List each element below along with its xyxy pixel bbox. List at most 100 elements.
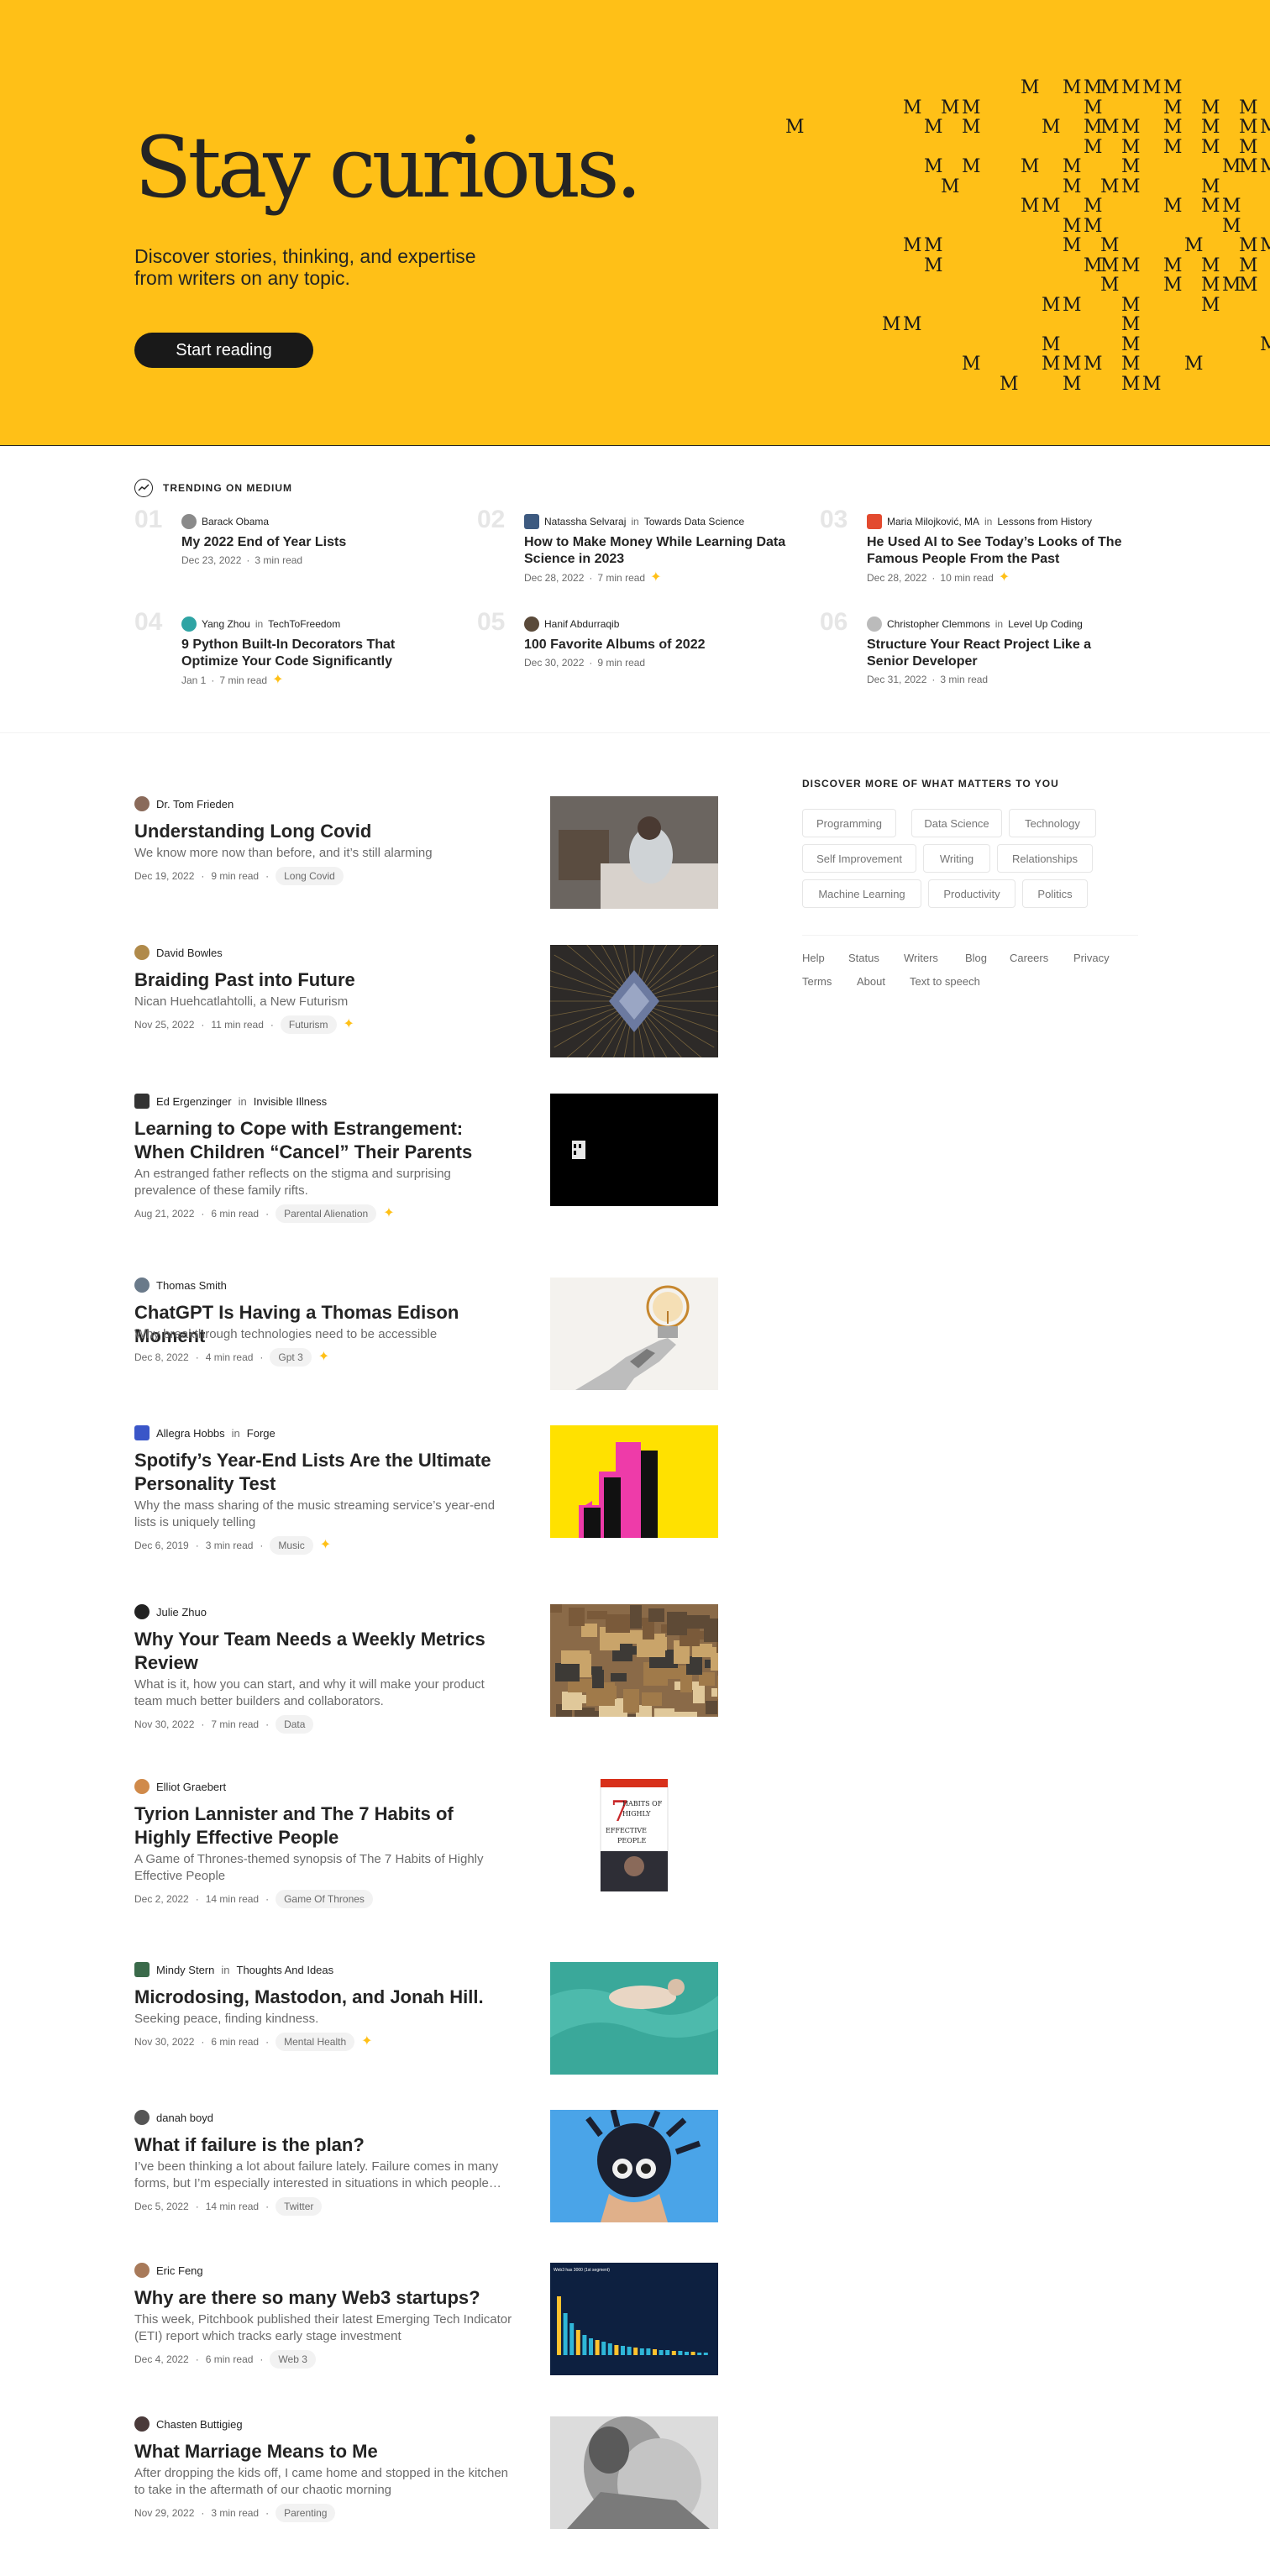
publication-name[interactable]: Level Up Coding (1008, 618, 1083, 630)
topic-pill[interactable]: Technology (1009, 809, 1096, 837)
topic-tag[interactable]: Long Covid (276, 867, 344, 885)
start-reading-button[interactable]: Start reading (134, 333, 313, 368)
post-author[interactable]: Mindy Stern in Thoughts And Ideas (134, 1962, 333, 1977)
post-title[interactable]: Why Your Team Needs a Weekly Metrics Rev… (134, 1628, 512, 1675)
publication-name[interactable]: Invisible Illness (254, 1095, 327, 1108)
post-thumbnail[interactable] (550, 2110, 718, 2222)
trending-card[interactable]: 03 Maria Milojković, MA in Lessons from His… (820, 506, 1131, 595)
topic-tag[interactable]: Game Of Thrones (276, 1890, 373, 1908)
post-thumbnail[interactable] (550, 2416, 718, 2529)
trending-author[interactable]: Maria Milojković, MA in Lessons from Histo… (867, 514, 1092, 529)
post-thumbnail[interactable] (550, 945, 718, 1057)
post-thumbnail[interactable] (550, 1094, 718, 1206)
author-name[interactable]: Julie Zhuo (156, 1606, 207, 1619)
trending-card[interactable]: 05 Hanif Abdurraqib 100 Favorite Albums of… (477, 608, 788, 697)
post-title[interactable]: Learning to Cope with Estrangement: When… (134, 1117, 512, 1164)
publication-name[interactable]: TechToFreedom (268, 618, 340, 630)
publication-name[interactable]: Lessons from History (997, 516, 1092, 527)
post-author[interactable]: Ed Ergenzinger in Invisible Illness (134, 1094, 327, 1109)
footer-link-privacy[interactable]: Privacy (1073, 952, 1110, 964)
post-title[interactable]: Tyrion Lannister and The 7 Habits of Hig… (134, 1802, 512, 1849)
topic-tag[interactable]: Parental Alienation (276, 1204, 377, 1223)
post-title[interactable]: Spotify’s Year-End Lists Are the Ultimat… (134, 1449, 512, 1496)
post-thumbnail[interactable] (550, 1604, 718, 1717)
post-author[interactable]: Allegra Hobbs in Forge (134, 1425, 276, 1440)
topic-pill[interactable]: Politics (1022, 879, 1088, 908)
post-card[interactable]: David Bowles Braiding Past into Future Nic… (134, 945, 719, 1059)
author-name[interactable]: Barack Obama (202, 516, 269, 527)
trending-title[interactable]: 9 Python Built-In Decorators That Optimi… (181, 637, 450, 670)
post-thumbnail[interactable] (550, 1278, 718, 1390)
author-name[interactable]: Allegra Hobbs (156, 1427, 225, 1440)
post-title[interactable]: What Marriage Means to Me (134, 2440, 512, 2463)
trending-title[interactable]: How to Make Money While Learning Data Sc… (524, 534, 793, 568)
footer-link-careers[interactable]: Careers (1010, 952, 1048, 964)
publication-name[interactable]: Towards Data Science (644, 516, 744, 527)
post-title[interactable]: Why are there so many Web3 startups? (134, 2286, 512, 2310)
trending-card[interactable]: 02 Natassha Selvaraj in Towards Data Scienc… (477, 506, 788, 595)
post-title[interactable]: What if failure is the plan? (134, 2133, 512, 2157)
post-card[interactable]: Eric Feng Why are there so many Web3 star… (134, 2263, 719, 2377)
trending-card[interactable]: 01 Barack Obama My 2022 End of Year Lists D… (134, 506, 445, 595)
post-thumbnail[interactable] (550, 1962, 718, 2075)
trending-author[interactable]: Hanif Abdurraqib (524, 616, 619, 632)
footer-link-blog[interactable]: Blog (965, 952, 987, 964)
post-card[interactable]: Chasten Buttigieg What Marriage Means to … (134, 2416, 719, 2531)
topic-pill[interactable]: Data Science (911, 809, 1002, 837)
post-card[interactable]: Julie Zhuo Why Your Team Needs a Weekly M… (134, 1604, 719, 1734)
footer-link-help[interactable]: Help (802, 952, 825, 964)
topic-tag[interactable]: Web 3 (270, 2350, 316, 2369)
author-name[interactable]: Thomas Smith (156, 1279, 227, 1292)
post-title[interactable]: Microdosing, Mastodon, and Jonah Hill. (134, 1986, 512, 2009)
author-name[interactable]: Elliot Graebert (156, 1781, 226, 1793)
topic-pill[interactable]: Programming (802, 809, 896, 837)
author-name[interactable]: Natassha Selvaraj (544, 516, 626, 527)
trending-author[interactable]: Yang Zhou in TechToFreedom (181, 616, 340, 632)
post-author[interactable]: Eric Feng (134, 2263, 203, 2278)
author-name[interactable]: Christopher Clemmons (887, 618, 990, 630)
post-card[interactable]: Thomas Smith ChatGPT Is Having a Thomas E… (134, 1278, 719, 1392)
post-card[interactable]: Elliot Graebert Tyrion Lannister and The … (134, 1779, 719, 1908)
author-name[interactable]: Chasten Buttigieg (156, 2418, 243, 2431)
topic-tag[interactable]: Gpt 3 (270, 1348, 312, 1367)
author-name[interactable]: Yang Zhou (202, 618, 250, 630)
trending-author[interactable]: Barack Obama (181, 514, 269, 529)
post-title[interactable]: Braiding Past into Future (134, 968, 512, 992)
trending-title[interactable]: He Used AI to See Today’s Looks of The F… (867, 534, 1136, 568)
post-card[interactable]: Dr. Tom Frieden Understanding Long Covid W… (134, 796, 719, 910)
post-author[interactable]: danah boyd (134, 2110, 213, 2125)
footer-link-terms[interactable]: Terms (802, 975, 832, 988)
author-name[interactable]: Hanif Abdurraqib (544, 618, 619, 630)
topic-pill[interactable]: Relationships (997, 844, 1093, 873)
post-author[interactable]: Julie Zhuo (134, 1604, 207, 1619)
footer-link-text-to-speech[interactable]: Text to speech (910, 975, 980, 988)
trending-author[interactable]: Natassha Selvaraj in Towards Data Science (524, 514, 744, 529)
post-author[interactable]: Elliot Graebert (134, 1779, 226, 1794)
post-author[interactable]: Chasten Buttigieg (134, 2416, 243, 2432)
footer-link-writers[interactable]: Writers (904, 952, 938, 964)
post-author[interactable]: Dr. Tom Frieden (134, 796, 234, 811)
topic-pill[interactable]: Self Improvement (802, 844, 916, 873)
topic-tag[interactable]: Twitter (276, 2197, 323, 2216)
topic-pill[interactable]: Writing (923, 844, 990, 873)
author-name[interactable]: Mindy Stern (156, 1964, 214, 1976)
trending-title[interactable]: My 2022 End of Year Lists (181, 534, 450, 551)
footer-link-about[interactable]: About (857, 975, 885, 988)
post-card[interactable]: danah boyd What if failure is the plan? I’… (134, 2110, 719, 2224)
footer-link-status[interactable]: Status (848, 952, 879, 964)
author-name[interactable]: Eric Feng (156, 2264, 203, 2277)
post-thumbnail[interactable]: Web3 has 3000 (1st segment) (550, 2263, 718, 2375)
topic-pill[interactable]: Productivity (928, 879, 1015, 908)
author-name[interactable]: Dr. Tom Frieden (156, 798, 234, 811)
trending-title[interactable]: Structure Your React Project Like a Seni… (867, 637, 1136, 670)
post-card[interactable]: Ed Ergenzinger in Invisible Illness Learnin… (134, 1094, 719, 1223)
author-name[interactable]: David Bowles (156, 947, 223, 959)
topic-pill[interactable]: Machine Learning (802, 879, 921, 908)
post-thumbnail[interactable]: 7 HABITS OF HIGHLY EFFECTIVE PEOPLE (550, 1779, 718, 1891)
post-card[interactable]: Allegra Hobbs in Forge Spotify’s Year-End L… (134, 1425, 719, 1555)
topic-tag[interactable]: Data (276, 1715, 314, 1734)
post-author[interactable]: David Bowles (134, 945, 223, 960)
author-name[interactable]: Ed Ergenzinger (156, 1095, 232, 1108)
post-title[interactable]: Understanding Long Covid (134, 820, 512, 843)
post-thumbnail[interactable] (550, 1425, 718, 1538)
